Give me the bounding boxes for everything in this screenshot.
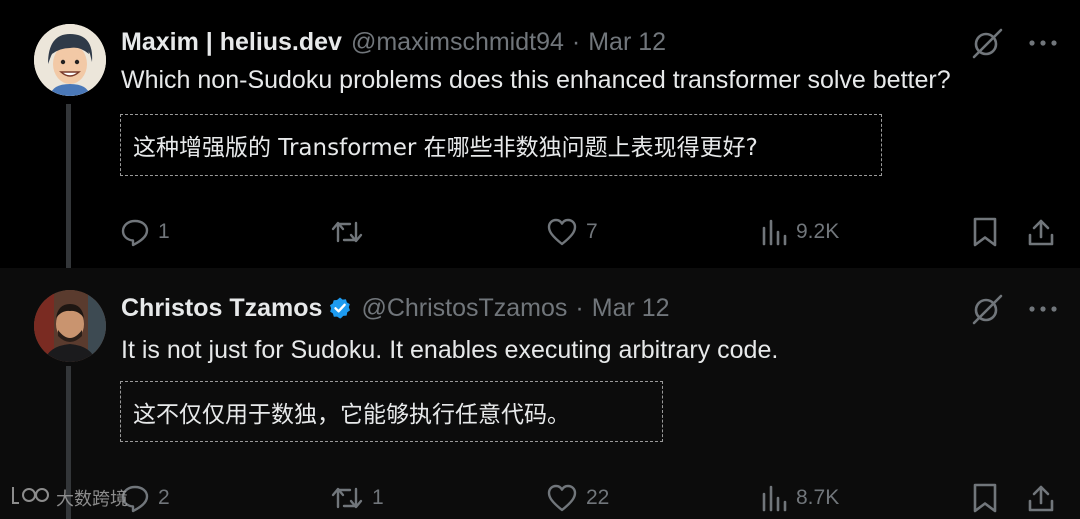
bookmark-icon — [972, 482, 998, 514]
verified-badge-icon — [328, 296, 352, 320]
like-button[interactable]: 22 — [546, 478, 609, 518]
action-bar: 1 7 9.2K — [120, 212, 1060, 252]
repost-icon — [330, 483, 364, 513]
reply-count: 1 — [158, 220, 170, 243]
grok-icon[interactable] — [970, 292, 1004, 326]
separator: · — [571, 27, 581, 56]
bookmark-button[interactable] — [972, 212, 998, 252]
avatar[interactable] — [34, 290, 106, 362]
tweet-text: It is not just for Sudoku. It enables ex… — [121, 336, 779, 364]
repost-button[interactable]: 1 — [330, 478, 384, 518]
author-name[interactable]: Maxim | helius.dev — [121, 28, 342, 57]
heart-icon — [546, 217, 578, 247]
share-icon — [1026, 483, 1056, 513]
separator: · — [575, 293, 584, 322]
translation-box: 这不仅仅用于数独，它能够执行任意代码。 — [120, 381, 663, 442]
watermark-text: 大数跨境 — [56, 488, 128, 510]
analytics-icon — [760, 217, 788, 247]
avatar[interactable] — [34, 24, 106, 96]
tweet-header: Christos Tzamos @ChristosTzamos · Mar 12 — [121, 292, 670, 324]
action-bar: 2 1 22 8.7K — [120, 478, 1060, 518]
like-button[interactable]: 7 — [546, 212, 598, 252]
repost-button[interactable] — [330, 212, 372, 252]
grok-icon[interactable] — [970, 26, 1004, 60]
bookmark-button[interactable] — [972, 478, 998, 518]
top-actions — [970, 292, 1058, 326]
bookmark-icon — [972, 216, 998, 248]
thread-line — [66, 104, 71, 268]
heart-icon — [546, 483, 578, 513]
analytics-icon — [760, 483, 788, 513]
tweet-date[interactable]: Mar 12 — [592, 294, 670, 323]
top-actions — [970, 26, 1058, 60]
share-button[interactable] — [1026, 478, 1056, 518]
share-button[interactable] — [1026, 212, 1056, 252]
share-icon — [1026, 217, 1056, 247]
author-name[interactable]: Christos Tzamos — [121, 294, 322, 323]
reply-count: 2 — [158, 486, 170, 509]
translation-box: 这种增强版的 Transformer 在哪些非数独问题上表现得更好? — [120, 114, 882, 176]
reply-icon — [120, 217, 150, 247]
translation-text: 这不仅仅用于数独，它能够执行任意代码。 — [133, 401, 570, 428]
author-handle[interactable]: @maximschmidt94 — [351, 28, 564, 57]
more-icon[interactable] — [1028, 38, 1058, 48]
watermark-logo-icon — [10, 484, 50, 511]
like-count: 7 — [586, 220, 598, 243]
watermark: 大数跨境 — [10, 484, 128, 511]
repost-icon — [330, 217, 364, 247]
like-count: 22 — [586, 486, 610, 509]
views-count: 8.7K — [796, 486, 840, 509]
tweet-maxim[interactable]: Maxim | helius.dev @maximschmidt94 · Mar… — [0, 0, 1080, 268]
translation-text: 这种增强版的 Transformer 在哪些非数独问题上表现得更好? — [133, 135, 758, 161]
tweet-header: Maxim | helius.dev @maximschmidt94 · Mar… — [121, 26, 666, 58]
author-handle[interactable]: @ChristosTzamos — [361, 294, 567, 323]
views-button[interactable]: 8.7K — [760, 478, 839, 518]
repost-count: 1 — [372, 486, 384, 509]
tweet-text: Which non-Sudoku problems does this enha… — [121, 66, 951, 94]
reply-button[interactable]: 1 — [120, 212, 170, 252]
tweet-christos[interactable]: Christos Tzamos @ChristosTzamos · Mar 12… — [0, 268, 1080, 519]
views-count: 9.2K — [796, 220, 840, 243]
more-icon[interactable] — [1028, 304, 1058, 314]
tweet-date[interactable]: Mar 12 — [588, 28, 666, 57]
views-button[interactable]: 9.2K — [760, 212, 839, 252]
